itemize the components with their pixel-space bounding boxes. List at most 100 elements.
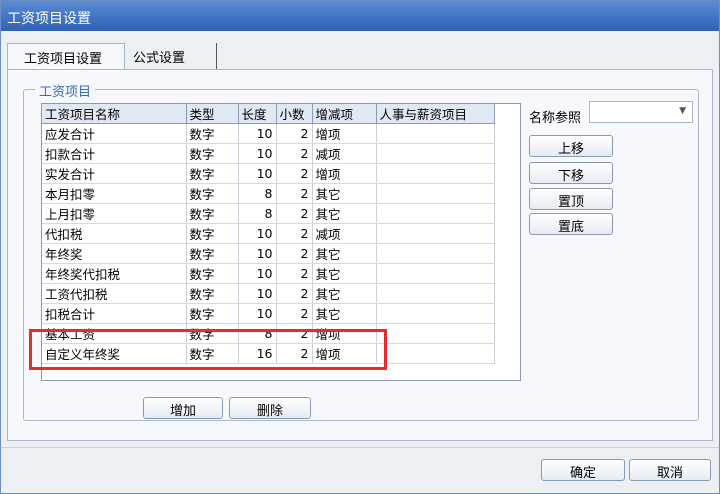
cell-inc-dec[interactable]: 其它 bbox=[312, 183, 377, 204]
move-bottom-button[interactable]: 置底 bbox=[529, 213, 613, 235]
cell-decimal[interactable]: 2 bbox=[276, 143, 313, 164]
cell-type[interactable]: 数字 bbox=[186, 123, 239, 144]
tab-formula-settings-label: 公式设置 bbox=[133, 51, 186, 66]
cell-length[interactable]: 8 bbox=[238, 203, 277, 224]
table-row[interactable]: 扣款合计 数字 10 2 减项 bbox=[42, 143, 495, 164]
cell-length[interactable]: 10 bbox=[238, 263, 277, 284]
cell-hr-item[interactable] bbox=[376, 343, 495, 364]
table-row[interactable]: 扣税合计 数字 10 2 其它 bbox=[42, 303, 495, 324]
cell-type[interactable]: 数字 bbox=[186, 183, 239, 204]
table-row[interactable]: 本月扣零 数字 8 2 其它 bbox=[42, 183, 495, 204]
cell-inc-dec[interactable]: 其它 bbox=[312, 243, 377, 264]
group-label: 工资项目 bbox=[35, 81, 96, 100]
cell-type[interactable]: 数字 bbox=[186, 243, 239, 264]
cell-type[interactable]: 数字 bbox=[186, 283, 239, 304]
table-row[interactable]: 工资代扣税 数字 10 2 其它 bbox=[42, 283, 495, 304]
cell-length[interactable]: 10 bbox=[238, 243, 277, 264]
cell-inc-dec[interactable]: 其它 bbox=[312, 303, 377, 324]
cell-name[interactable]: 扣款合计 bbox=[42, 143, 187, 164]
cell-name[interactable]: 本月扣零 bbox=[42, 183, 187, 204]
col-header-type[interactable]: 类型 bbox=[186, 104, 239, 124]
window-title: 工资项目设置 bbox=[7, 11, 91, 27]
cell-inc-dec[interactable]: 减项 bbox=[312, 223, 377, 244]
cell-hr-item[interactable] bbox=[376, 183, 495, 204]
cell-hr-item[interactable] bbox=[376, 123, 495, 144]
dialog-window: 工资项目设置 工资项目设置 公式设置 工资项目 工资项目名称 类型 长度 小数 … bbox=[0, 0, 720, 494]
cell-hr-item[interactable] bbox=[376, 243, 495, 264]
col-header-length[interactable]: 长度 bbox=[238, 104, 277, 124]
name-ref-dropdown[interactable]: ▼ bbox=[589, 101, 693, 123]
cell-decimal[interactable]: 2 bbox=[276, 243, 313, 264]
ok-button[interactable]: 确定 bbox=[541, 459, 625, 481]
delete-button[interactable]: 删除 bbox=[229, 397, 311, 419]
cell-name[interactable]: 工资代扣税 bbox=[42, 283, 187, 304]
col-header-inc-dec[interactable]: 增减项 bbox=[312, 104, 377, 124]
table-row[interactable]: 年终奖 数字 10 2 其它 bbox=[42, 243, 495, 264]
cell-decimal[interactable]: 2 bbox=[276, 263, 313, 284]
cell-decimal[interactable]: 2 bbox=[276, 163, 313, 184]
cell-type[interactable]: 数字 bbox=[186, 163, 239, 184]
cell-inc-dec[interactable]: 其它 bbox=[312, 283, 377, 304]
cell-hr-item[interactable] bbox=[376, 283, 495, 304]
table-row[interactable]: 年终奖代扣税 数字 10 2 其它 bbox=[42, 263, 495, 284]
cell-type[interactable]: 数字 bbox=[186, 203, 239, 224]
salary-items-table: 工资项目名称 类型 长度 小数 增减项 人事与薪资项目 应发合计 数字 10 2 增项扣… bbox=[42, 104, 495, 364]
tab-formula-settings[interactable]: 公式设置 bbox=[125, 43, 217, 69]
table-row[interactable]: 实发合计 数字 10 2 增项 bbox=[42, 163, 495, 184]
tab-salary-items-label: 工资项目设置 bbox=[24, 52, 103, 67]
cell-type[interactable]: 数字 bbox=[186, 303, 239, 324]
add-button[interactable]: 增加 bbox=[143, 397, 223, 419]
cell-decimal[interactable]: 2 bbox=[276, 283, 313, 304]
cell-hr-item[interactable] bbox=[376, 163, 495, 184]
col-header-hr-item[interactable]: 人事与薪资项目 bbox=[376, 104, 495, 124]
cell-length[interactable]: 10 bbox=[238, 283, 277, 304]
cell-length[interactable]: 10 bbox=[238, 223, 277, 244]
move-down-button[interactable]: 下移 bbox=[529, 162, 613, 184]
tab-salary-items[interactable]: 工资项目设置 bbox=[7, 43, 125, 69]
title-bar: 工资项目设置 bbox=[1, 1, 719, 31]
cell-hr-item[interactable] bbox=[376, 143, 495, 164]
cell-decimal[interactable]: 2 bbox=[276, 183, 313, 204]
move-up-button[interactable]: 上移 bbox=[529, 135, 613, 157]
cell-name[interactable]: 实发合计 bbox=[42, 163, 187, 184]
cell-name[interactable]: 应发合计 bbox=[42, 123, 187, 144]
table-row[interactable]: 上月扣零 数字 8 2 其它 bbox=[42, 203, 495, 224]
cell-decimal[interactable]: 2 bbox=[276, 123, 313, 144]
cell-type[interactable]: 数字 bbox=[186, 263, 239, 284]
cell-name[interactable]: 上月扣零 bbox=[42, 203, 187, 224]
cell-hr-item[interactable] bbox=[376, 323, 495, 344]
cancel-button[interactable]: 取消 bbox=[629, 459, 711, 481]
cell-name[interactable]: 年终奖代扣税 bbox=[42, 263, 187, 284]
col-header-decimal[interactable]: 小数 bbox=[276, 104, 313, 124]
cell-name[interactable]: 代扣税 bbox=[42, 223, 187, 244]
cell-length[interactable]: 10 bbox=[238, 123, 277, 144]
table-row[interactable]: 代扣税 数字 10 2 减项 bbox=[42, 223, 495, 244]
cell-type[interactable]: 数字 bbox=[186, 143, 239, 164]
cell-hr-item[interactable] bbox=[376, 223, 495, 244]
highlight-box bbox=[29, 329, 387, 370]
table-header-row: 工资项目名称 类型 长度 小数 增减项 人事与薪资项目 bbox=[42, 104, 495, 124]
cell-inc-dec[interactable]: 其它 bbox=[312, 203, 377, 224]
cell-inc-dec[interactable]: 减项 bbox=[312, 143, 377, 164]
cell-length[interactable]: 10 bbox=[238, 163, 277, 184]
cell-decimal[interactable]: 2 bbox=[276, 203, 313, 224]
cell-type[interactable]: 数字 bbox=[186, 223, 239, 244]
cell-decimal[interactable]: 2 bbox=[276, 223, 313, 244]
cell-inc-dec[interactable]: 增项 bbox=[312, 163, 377, 184]
cell-inc-dec[interactable]: 其它 bbox=[312, 263, 377, 284]
cell-name[interactable]: 年终奖 bbox=[42, 243, 187, 264]
cell-hr-item[interactable] bbox=[376, 303, 495, 324]
move-top-button[interactable]: 置顶 bbox=[529, 188, 613, 210]
cell-decimal[interactable]: 2 bbox=[276, 303, 313, 324]
cell-inc-dec[interactable]: 增项 bbox=[312, 123, 377, 144]
cell-hr-item[interactable] bbox=[376, 203, 495, 224]
table-row[interactable]: 应发合计 数字 10 2 增项 bbox=[42, 123, 495, 144]
cell-length[interactable]: 10 bbox=[238, 143, 277, 164]
col-header-name[interactable]: 工资项目名称 bbox=[42, 104, 187, 124]
cell-length[interactable]: 10 bbox=[238, 303, 277, 324]
footer-divider bbox=[1, 447, 719, 448]
cell-length[interactable]: 8 bbox=[238, 183, 277, 204]
cell-name[interactable]: 扣税合计 bbox=[42, 303, 187, 324]
name-ref-label: 名称参照 bbox=[529, 111, 582, 126]
cell-hr-item[interactable] bbox=[376, 263, 495, 284]
